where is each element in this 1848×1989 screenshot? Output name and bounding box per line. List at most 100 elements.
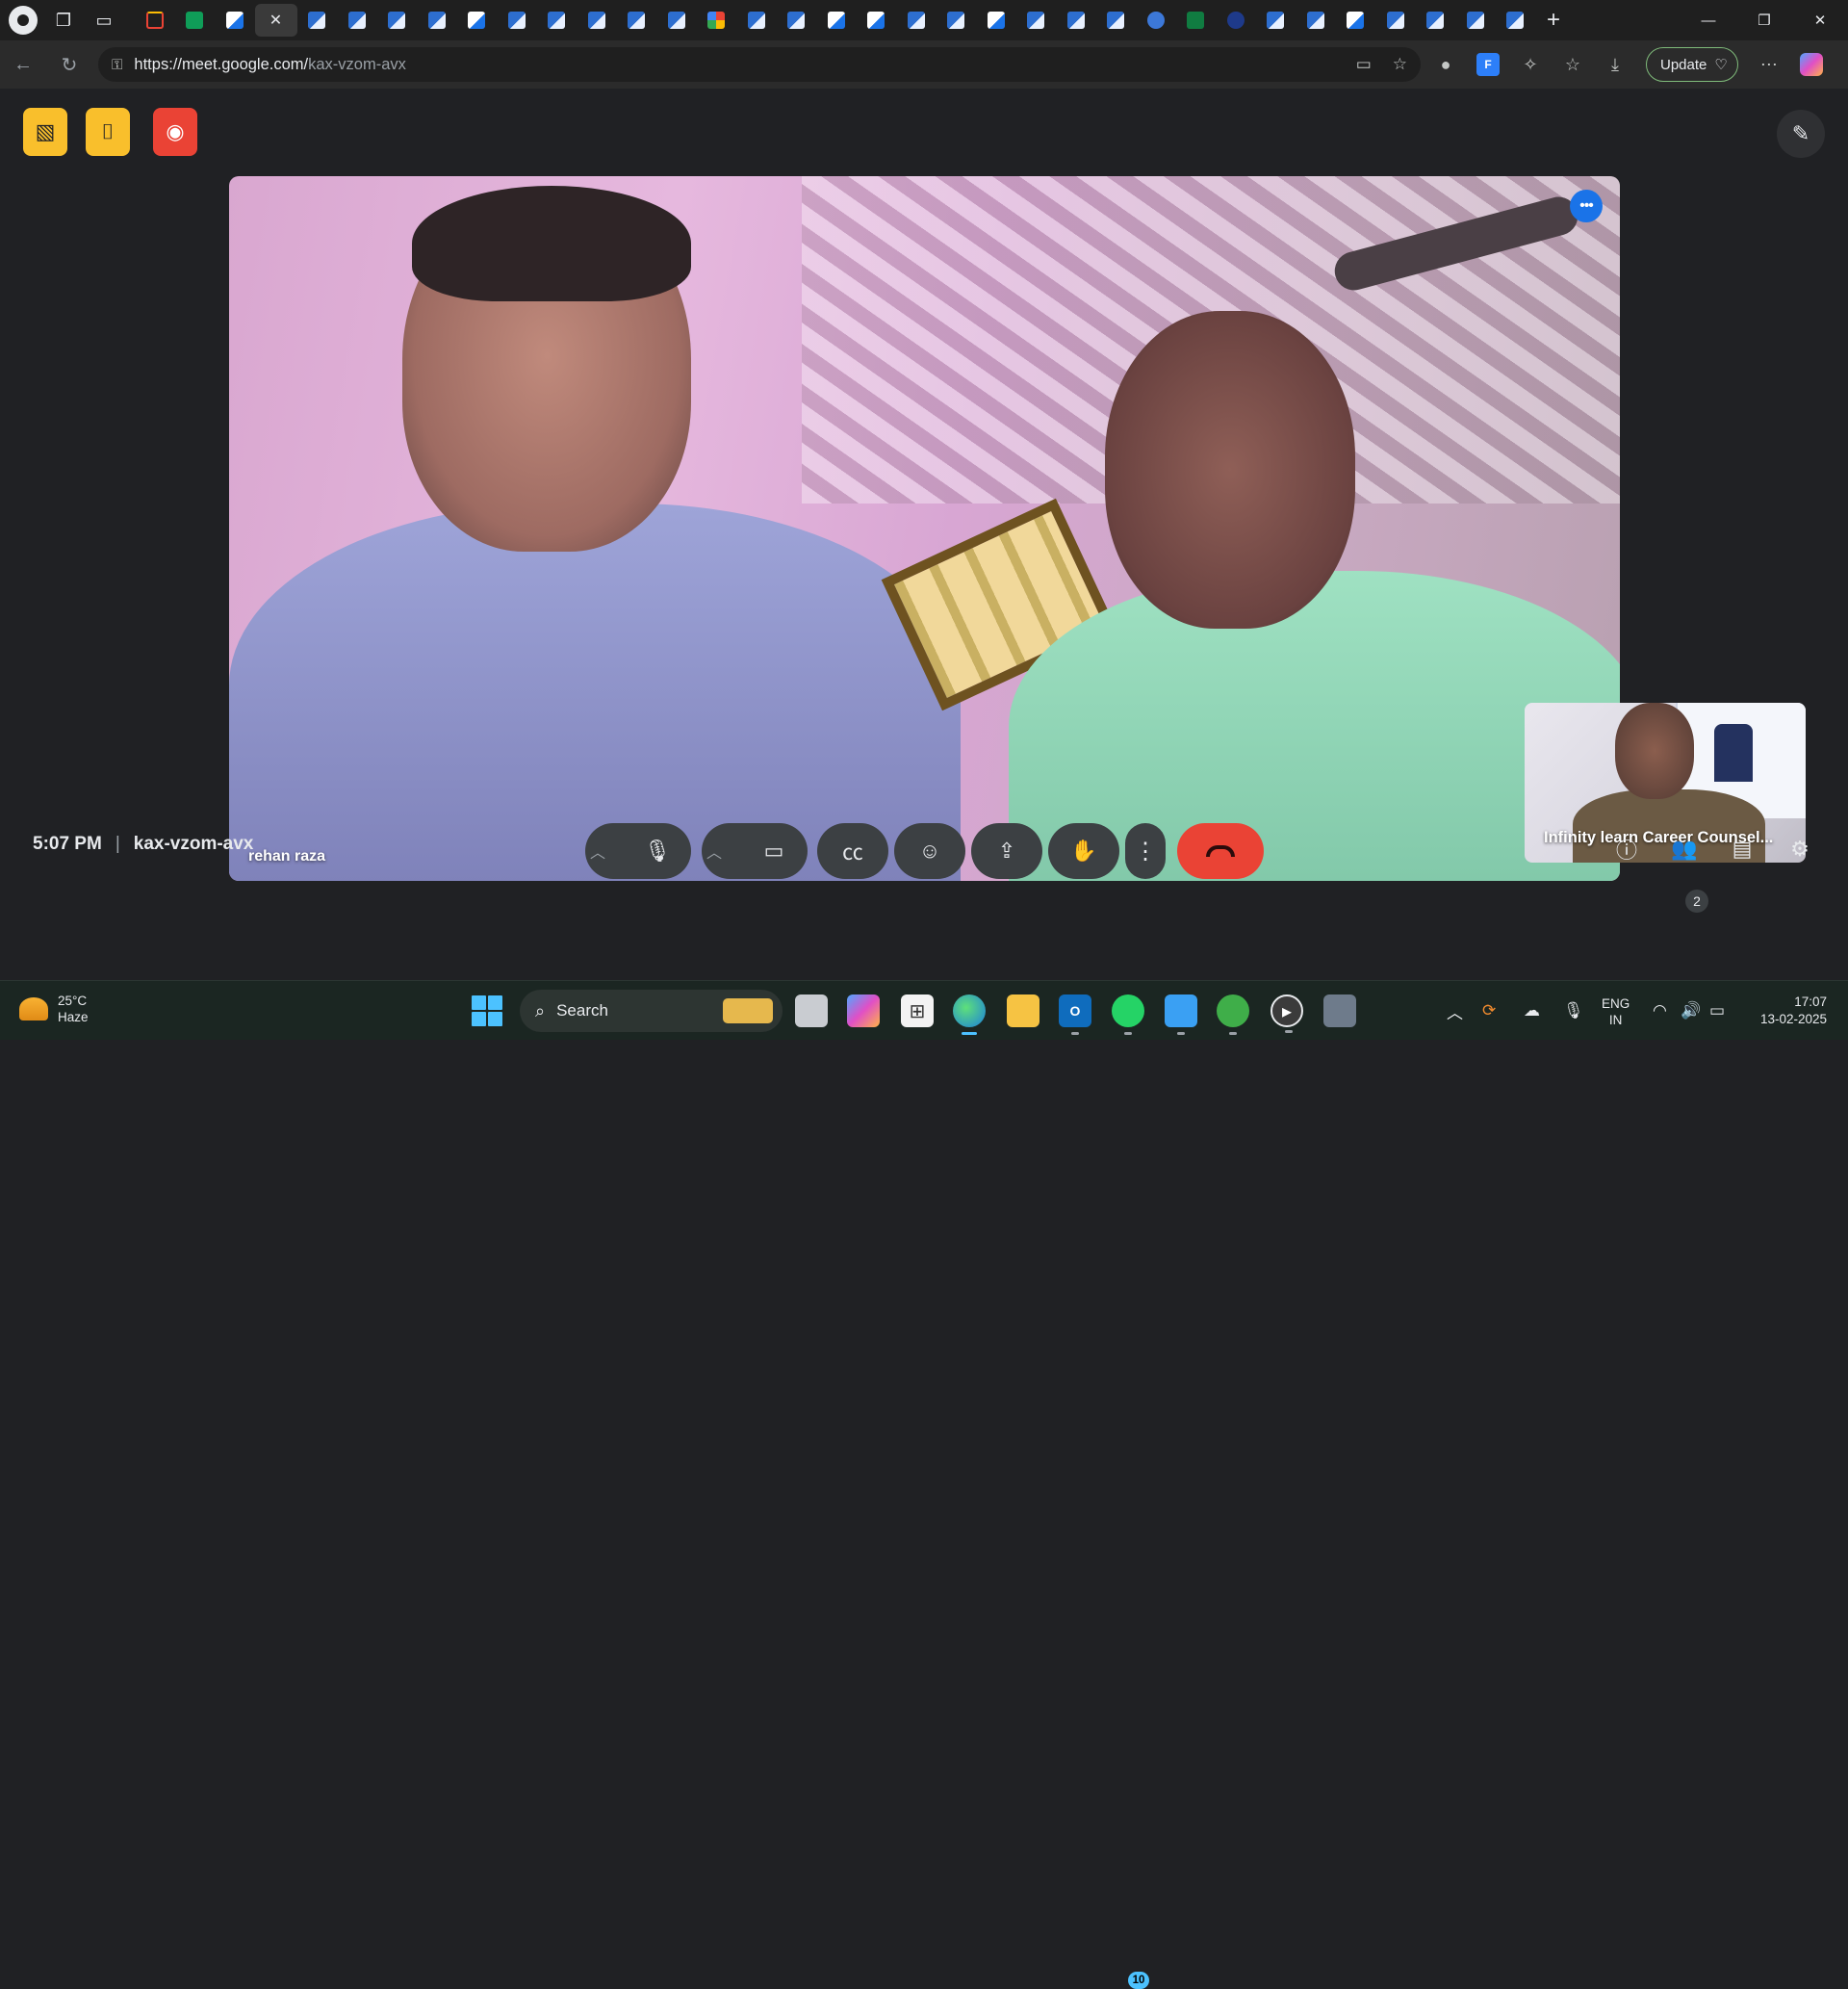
restore-icon[interactable]: ❐	[1736, 0, 1792, 40]
tray-chevron-icon[interactable]: ︿	[1447, 981, 1463, 1041]
task-view-icon[interactable]	[795, 994, 828, 1027]
tab-doc[interactable]	[215, 4, 255, 37]
tab-edge[interactable]	[1216, 4, 1256, 37]
whatsapp-icon[interactable]	[1112, 994, 1144, 1035]
volume-icon[interactable]: 🔊	[1681, 981, 1701, 1041]
mic-tray-icon[interactable]: 🎙	[1563, 981, 1584, 1041]
audio-options-icon[interactable]: ︿	[590, 840, 629, 863]
tab-doc[interactable]	[617, 4, 657, 37]
weather-widget[interactable]: 25°C Haze	[19, 993, 89, 1025]
tab-doc[interactable]	[736, 4, 777, 37]
tab-doc[interactable]	[457, 4, 498, 37]
tab-doc[interactable]	[1016, 4, 1057, 37]
tab-cloud[interactable]	[1136, 4, 1176, 37]
camera-app-icon[interactable]	[1323, 994, 1356, 1027]
tab-doc[interactable]	[537, 4, 578, 37]
input-language[interactable]: ENG IN	[1602, 995, 1630, 1028]
tab-doc[interactable]	[1496, 4, 1536, 37]
favorites-icon[interactable]: ☆	[1561, 53, 1584, 76]
store-icon[interactable]: ⊞	[901, 994, 934, 1027]
tab-doc[interactable]	[1416, 4, 1456, 37]
tab-doc[interactable]	[656, 4, 697, 37]
reactions-button[interactable]: ☺	[894, 823, 965, 879]
reload-icon[interactable]: ↻	[50, 45, 89, 84]
cloud-offline-icon[interactable]: ☁	[1524, 981, 1540, 1041]
sync-icon[interactable]: ⟳	[1482, 981, 1496, 1041]
host-controls-button[interactable]: ▧	[23, 108, 67, 156]
update-button[interactable]: Update ♡	[1646, 47, 1738, 82]
tab-doc[interactable]	[1096, 4, 1137, 37]
tab-doc[interactable]	[1256, 4, 1296, 37]
clock[interactable]: 17:07 13-02-2025	[1740, 994, 1827, 1028]
annotate-button[interactable]: ✎	[1777, 110, 1825, 158]
tab-doc[interactable]	[976, 4, 1016, 37]
more-options-button[interactable]: ⋮	[1125, 823, 1166, 879]
tab-doc[interactable]	[777, 4, 817, 37]
address-bar[interactable]: ⚿ https://meet.google.com/kax-vzom-avx ▭…	[98, 47, 1421, 82]
tab-doc[interactable]	[417, 4, 457, 37]
downloads-icon[interactable]: ⤓	[1604, 53, 1627, 76]
tab-doc[interactable]	[937, 4, 977, 37]
copilot-app-icon[interactable]	[847, 994, 880, 1027]
breakout-button[interactable]: ⌷	[86, 108, 130, 156]
workspaces-button[interactable]: ❐	[46, 3, 81, 38]
tab-doc[interactable]	[857, 4, 897, 37]
tab-doc[interactable]	[1056, 4, 1096, 37]
raise-hand-button[interactable]: ✋	[1048, 823, 1119, 879]
close-window-icon[interactable]: ✕	[1792, 0, 1848, 40]
vertical-tabs-button[interactable]: ▭	[87, 3, 121, 38]
people-button[interactable]: 👥	[1665, 830, 1704, 868]
camera-in-use-icon[interactable]: ▭	[1356, 55, 1372, 74]
video-options-icon[interactable]: ︿	[706, 840, 745, 863]
meeting-details-button[interactable]: ⓘ	[1607, 830, 1646, 868]
extensions-puzzle-icon[interactable]: ✧	[1519, 53, 1542, 76]
taskbar-search[interactable]: ⌕ Search	[520, 990, 783, 1032]
extension-icon[interactable]: ●	[1434, 53, 1457, 76]
outlook-icon[interactable]: O	[1059, 994, 1091, 1035]
tab-doc[interactable]	[337, 4, 377, 37]
close-tab-icon[interactable]: ✕	[270, 11, 282, 30]
more-options-icon[interactable]: ⋯	[1758, 53, 1781, 76]
battery-icon[interactable]: ▭	[1709, 981, 1725, 1041]
speaking-indicator-icon[interactable]: •••	[1570, 190, 1603, 222]
file-explorer-icon[interactable]	[1007, 994, 1040, 1027]
present-button[interactable]: ⇪	[971, 823, 1042, 879]
tab-doc[interactable]	[577, 4, 617, 37]
app-green-icon[interactable]	[1217, 994, 1249, 1035]
tab-meet-active[interactable]: ✕	[254, 4, 297, 37]
edge-browser-icon[interactable]	[953, 994, 986, 1035]
chat-button[interactable]: ▤	[1723, 830, 1761, 868]
microphone-icon[interactable]: 🎙	[629, 839, 686, 864]
tab-excel[interactable]	[1176, 4, 1217, 37]
notepad-icon[interactable]	[1165, 994, 1197, 1035]
back-icon[interactable]: ←	[4, 45, 42, 84]
copilot-icon[interactable]	[1799, 53, 1823, 76]
tab-meet[interactable]	[697, 4, 737, 37]
main-participant-video[interactable]: ••• rehan raza	[229, 176, 1620, 881]
wifi-icon[interactable]: ◠	[1653, 981, 1667, 1041]
leave-call-button[interactable]	[1177, 823, 1264, 879]
profile-button[interactable]	[6, 3, 40, 38]
tab-doc[interactable]	[1455, 4, 1496, 37]
favorite-star-icon[interactable]: ☆	[1393, 55, 1407, 74]
tab-doc[interactable]	[896, 4, 937, 37]
captions-button[interactable]: ㏄	[817, 823, 888, 879]
site-info-icon[interactable]: ⚿	[112, 57, 122, 73]
new-tab-icon[interactable]: +	[1547, 7, 1560, 34]
tab-doc[interactable]	[497, 4, 537, 37]
start-button[interactable]	[472, 995, 502, 1026]
activities-button[interactable]: ⚙	[1781, 830, 1819, 868]
minimize-icon[interactable]: —	[1681, 0, 1736, 40]
tab-doc[interactable]	[377, 4, 418, 37]
tab-doc[interactable]	[1336, 4, 1376, 37]
tab-doc[interactable]	[1375, 4, 1416, 37]
fi-extension-icon[interactable]: F	[1476, 53, 1500, 76]
camera-icon[interactable]: ▭	[745, 839, 803, 864]
media-player-icon[interactable]: ▸	[1270, 994, 1303, 1033]
tab-doc[interactable]	[297, 4, 338, 37]
tab-doc[interactable]	[816, 4, 857, 37]
tab-sheets[interactable]	[175, 4, 216, 37]
tab-doc[interactable]	[1296, 4, 1336, 37]
tab-gmail[interactable]	[135, 4, 175, 37]
recording-button[interactable]: ◉	[153, 108, 197, 156]
